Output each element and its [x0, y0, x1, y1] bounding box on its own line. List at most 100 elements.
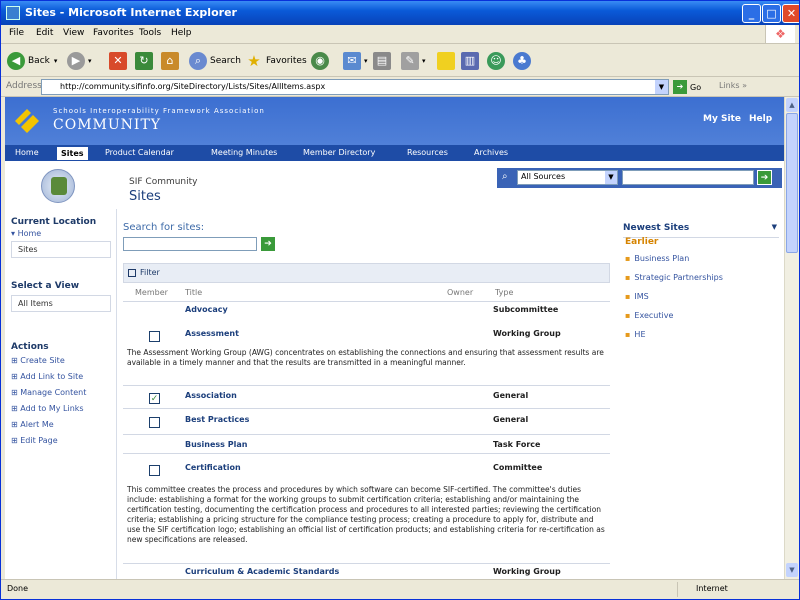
left-home-link[interactable]: ▾ Home — [11, 229, 41, 238]
view-all-items[interactable]: All Items — [11, 295, 111, 312]
action-create-site[interactable]: ⊞ Create Site — [11, 356, 65, 365]
home-button[interactable]: ⌂ — [161, 50, 182, 72]
chevron-down-icon: ▼ — [605, 171, 617, 184]
nav-meeting-minutes[interactable]: Meeting Minutes — [211, 148, 277, 157]
breadcrumb[interactable]: SIF Community — [129, 177, 198, 187]
menu-edit[interactable]: Edit — [36, 28, 53, 38]
site-title-link[interactable]: Advocacy — [185, 305, 228, 314]
action-edit-page[interactable]: ⊞ Edit Page — [11, 436, 58, 445]
note-button[interactable] — [437, 50, 458, 72]
nav-archives[interactable]: Archives — [474, 148, 508, 157]
close-button[interactable]: ✕ — [782, 4, 799, 23]
people-button[interactable]: ♣ — [513, 50, 534, 72]
actions-heading: Actions — [11, 342, 49, 352]
action-alert-me[interactable]: ⊞ Alert Me — [11, 420, 54, 429]
my-site-link[interactable]: My Site — [703, 114, 741, 124]
refresh-button[interactable]: ↻ — [135, 50, 156, 72]
sif-logo-icon — [15, 109, 39, 133]
newest-site-link[interactable]: ▪ Business Plan — [625, 254, 689, 263]
filter-bar[interactable]: Filter — [123, 263, 610, 283]
menu-file[interactable]: File — [9, 28, 24, 38]
newest-site-link[interactable]: ▪ IMS — [625, 292, 649, 301]
site-type: General — [493, 415, 529, 424]
newest-site-link[interactable]: ▪ HE — [625, 330, 646, 339]
print-button[interactable]: ▤ — [373, 50, 394, 72]
member-checkbox-checked[interactable]: ✓ — [149, 393, 160, 404]
forward-button[interactable]: ▶ ▾ — [67, 50, 92, 72]
member-checkbox[interactable] — [149, 465, 160, 476]
action-add-link[interactable]: ⊞ Add Link to Site — [11, 372, 83, 381]
site-title-link[interactable]: Assessment — [185, 329, 239, 338]
search-sites-input[interactable] — [123, 237, 257, 251]
go-arrow-icon: ➔ — [673, 80, 687, 94]
menu-help[interactable]: Help — [171, 28, 192, 38]
col-member[interactable]: Member — [135, 288, 168, 297]
help-link[interactable]: Help — [749, 114, 772, 124]
messenger-icon: ☺ — [487, 52, 505, 70]
nav-sites[interactable]: Sites — [57, 147, 88, 160]
edit-button[interactable]: ✎ ▾ — [401, 50, 426, 72]
search-input[interactable] — [622, 170, 754, 185]
media-button[interactable]: ◉ — [311, 50, 332, 72]
col-title[interactable]: Title — [185, 288, 202, 297]
col-type[interactable]: Type — [495, 288, 513, 297]
action-add-my-links[interactable]: ⊞ Add to My Links — [11, 404, 84, 413]
scroll-thumb[interactable] — [786, 113, 798, 253]
site-header: Schools Interoperability Framework Assoc… — [5, 97, 784, 145]
back-button[interactable]: ◀ Back ▾ — [7, 50, 57, 72]
search-scope-select[interactable]: All Sources ▼ — [517, 170, 618, 185]
go-button[interactable]: ➔ Go — [673, 80, 701, 94]
address-input[interactable]: http://community.sifinfo.org/SiteDirecto… — [41, 79, 669, 95]
nav-resources[interactable]: Resources — [407, 148, 448, 157]
member-checkbox[interactable] — [149, 331, 160, 342]
menu-tools[interactable]: Tools — [139, 28, 161, 38]
nav-product-calendar[interactable]: Product Calendar — [105, 148, 174, 157]
site-title-link[interactable]: Best Practices — [185, 415, 249, 424]
window-title: Sites - Microsoft Internet Explorer — [25, 6, 237, 19]
site-title-link[interactable]: Association — [185, 391, 237, 400]
search-go-button[interactable]: ➔ — [757, 170, 772, 185]
newest-site-link[interactable]: ▪ Strategic Partnerships — [625, 273, 723, 282]
research-button[interactable]: ▥ — [461, 50, 482, 72]
scroll-up-icon[interactable]: ▲ — [786, 98, 798, 112]
windows-logo-icon: ❖ — [765, 25, 795, 43]
maximize-button[interactable]: □ — [762, 4, 781, 23]
col-owner[interactable]: Owner — [447, 288, 473, 297]
stop-button[interactable]: ✕ — [109, 50, 130, 72]
stop-icon: ✕ — [109, 52, 127, 70]
scroll-down-icon[interactable]: ▼ — [786, 563, 798, 577]
chevron-down-icon[interactable]: ▼ — [772, 223, 777, 231]
note-icon — [437, 52, 455, 70]
filter-icon — [128, 269, 136, 277]
current-location-heading: Current Location — [11, 217, 97, 227]
search-button[interactable]: ⌕ Search — [189, 50, 241, 72]
nav-home[interactable]: Home — [15, 148, 39, 157]
menu-view[interactable]: View — [63, 28, 84, 38]
newest-sites-panel: Newest Sites ▼ Earlier ▪ Business Plan ▪ St… — [619, 209, 779, 579]
site-description: The Assessment Working Group (AWG) conce… — [127, 348, 604, 367]
vertical-scrollbar[interactable]: ▲ ▼ — [784, 97, 799, 579]
site-title-link[interactable]: Business Plan — [185, 440, 247, 449]
links-button[interactable]: Links » — [719, 81, 747, 90]
messenger-button[interactable]: ☺ — [487, 50, 508, 72]
action-manage-content[interactable]: ⊞ Manage Content — [11, 388, 86, 397]
site-title-link[interactable]: Curriculum & Academic Standards — [185, 567, 339, 576]
nav-member-directory[interactable]: Member Directory — [303, 148, 375, 157]
menu-favorites[interactable]: Favorites — [93, 28, 134, 38]
top-nav: Home Sites Product Calendar Meeting Minu… — [5, 145, 784, 163]
sites-icon — [41, 169, 75, 203]
address-dropdown-icon[interactable]: ▼ — [655, 80, 668, 94]
newest-site-link[interactable]: ▪ Executive — [625, 311, 673, 320]
search-sites-go-button[interactable]: ➔ — [261, 237, 275, 251]
minimize-button[interactable]: _ — [742, 4, 761, 23]
forward-arrow-icon: ▶ — [67, 52, 85, 70]
menu-bar: File Edit View Favorites Tools Help ❖ — [1, 25, 799, 44]
site-title-link[interactable]: Certification — [185, 463, 241, 472]
url-text: http://community.sifinfo.org/SiteDirecto… — [60, 82, 326, 91]
home-icon: ⌂ — [161, 52, 179, 70]
mail-button[interactable]: ✉ ▾ — [343, 50, 368, 72]
favorites-button[interactable]: ★ Favorites — [245, 50, 306, 72]
left-sites-item[interactable]: Sites — [11, 241, 111, 258]
member-checkbox[interactable] — [149, 417, 160, 428]
site-type: Working Group — [493, 567, 561, 576]
